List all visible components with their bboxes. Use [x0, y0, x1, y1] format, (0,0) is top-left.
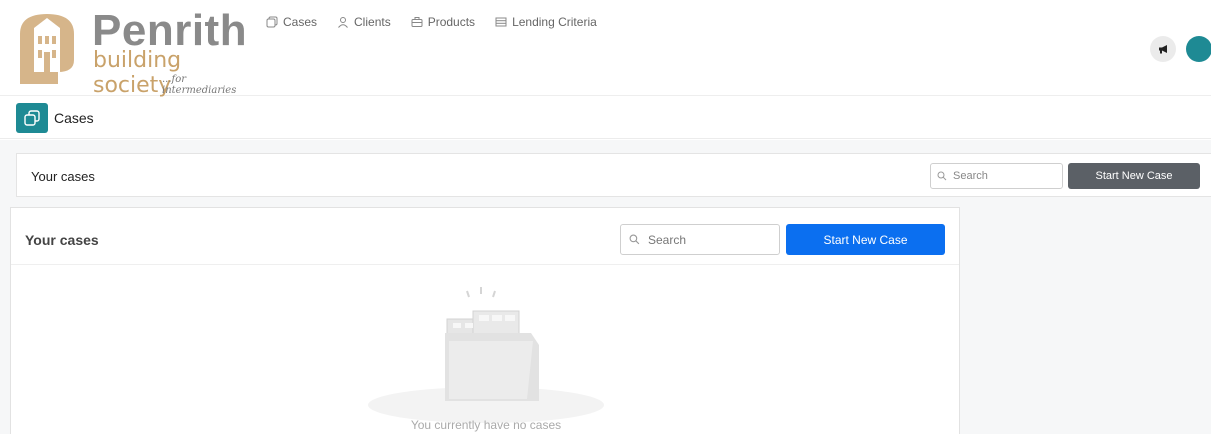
nav-item-clients[interactable]: Clients	[337, 15, 391, 29]
card-header: Your cases Search Start New Case	[11, 208, 959, 265]
search-placeholder: Search	[953, 170, 988, 182]
search-icon	[629, 234, 640, 245]
empty-folder-icon	[368, 287, 604, 423]
user-avatar[interactable]	[1186, 36, 1211, 62]
search-input[interactable]: Search	[620, 224, 780, 255]
briefcase-icon	[411, 17, 423, 27]
megaphone-icon	[1159, 45, 1167, 54]
nav-item-cases[interactable]: Cases	[266, 15, 317, 29]
search-placeholder: Search	[648, 232, 687, 247]
nav-item-products[interactable]: Products	[411, 15, 475, 29]
announcements-button[interactable]	[1150, 36, 1176, 62]
penrith-logo[interactable]: Penrith building society ...for intermed…	[16, 6, 256, 98]
search-input[interactable]: Search	[930, 163, 1063, 189]
list-icon	[495, 17, 507, 27]
cases-card-background: Your cases Search Start New Case	[16, 153, 1211, 197]
search-icon	[937, 171, 947, 181]
start-new-case-button[interactable]: Start New Case	[1068, 163, 1200, 189]
nav-item-label: Lending Criteria	[512, 15, 597, 29]
page-header: Cases	[0, 97, 1211, 139]
nav-item-label: Cases	[283, 15, 318, 29]
cases-icon	[266, 16, 278, 28]
start-new-case-button[interactable]: Start New Case	[786, 224, 945, 255]
main-nav: Cases Clients Products Lending Criteria	[266, 15, 597, 29]
card-title: Your cases	[25, 232, 99, 248]
nav-item-label: Clients	[354, 15, 391, 29]
nav-item-label: Products	[427, 15, 476, 29]
building-society-logo-mark	[20, 14, 74, 84]
page-icon-badge	[16, 103, 48, 133]
card-title: Your cases	[31, 169, 95, 184]
brand-tagline: ...for intermediaries	[162, 74, 237, 96]
top-navigation-bar: Penrith building society ...for intermed…	[0, 0, 1211, 98]
user-icon	[338, 17, 348, 28]
cases-icon	[24, 110, 40, 126]
empty-state-message: You currently have no cases	[410, 418, 562, 432]
nav-item-lending-criteria[interactable]: Lending Criteria	[495, 15, 597, 29]
page-title: Cases	[54, 110, 94, 126]
cases-card: Your cases Search Start New Case You cur…	[10, 207, 960, 434]
